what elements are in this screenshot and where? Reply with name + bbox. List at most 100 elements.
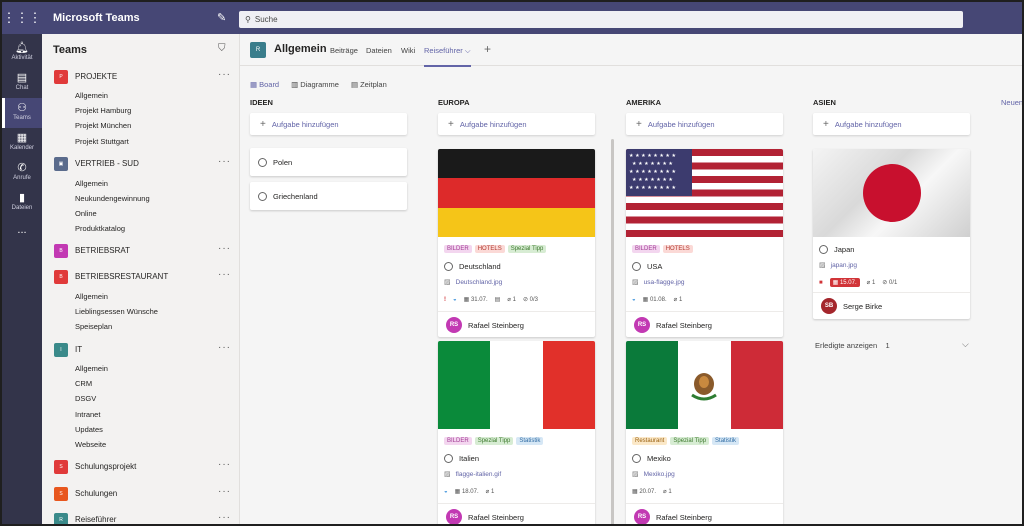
team-reisefuehrer[interactable]: R Reiseführer ··· (42, 511, 240, 524)
tab-reisefuehrer[interactable]: Reiseführer ⌵ (424, 46, 471, 67)
complete-checkbox[interactable] (258, 191, 267, 201)
add-task-button[interactable]: + Aufgabe hinzufügen (813, 113, 970, 135)
completed-count: 1 (885, 341, 890, 350)
more-options-icon[interactable]: ··· (218, 486, 231, 497)
more-options-icon[interactable]: ··· (218, 269, 231, 280)
chevron-down-icon[interactable]: ⌵ (962, 339, 969, 350)
channel-item[interactable]: Allgemein (75, 91, 108, 100)
filter-icon[interactable]: ⛉ (218, 43, 226, 54)
tab-wiki[interactable]: Wiki (401, 46, 415, 55)
tab-dateien[interactable]: Dateien (366, 46, 392, 55)
rail-calls[interactable]: ✆ Anrufe (2, 158, 42, 188)
attachment-link[interactable]: ▨ Mexiko.jpg (632, 470, 675, 479)
bucket-title[interactable]: AMERIKA (626, 98, 661, 107)
more-options-icon[interactable]: ··· (218, 342, 231, 353)
show-completed-toggle[interactable]: Erledigte anzeigen 1 (815, 341, 890, 350)
assignee[interactable]: RS Rafael Steinberg (626, 311, 783, 337)
rail-label: Anrufe (13, 175, 31, 181)
rail-files[interactable]: ▮ Dateien (2, 188, 42, 218)
tab-beitraege[interactable]: Beiträge (330, 46, 358, 55)
task-card-italien[interactable]: BILDER Spezial Tipp Statistik Italien ▨ f… (438, 341, 595, 524)
assignee[interactable]: SB Serge Birke (813, 292, 970, 318)
complete-checkbox[interactable] (632, 454, 641, 463)
team-projekte[interactable]: P PROJEKTE ··· (42, 68, 240, 86)
task-card-usa[interactable]: ★ ★ ★ ★ ★ ★ ★ ★ ★ ★ ★ ★ ★ ★ ★ ★ ★ ★ ★ ★ … (626, 149, 783, 337)
complete-checkbox[interactable] (444, 454, 453, 463)
team-schulungen[interactable]: S Schulungen ··· (42, 485, 240, 503)
channel-item[interactable]: Allgemein (75, 364, 108, 373)
rail-teams[interactable]: ⚇ Teams (2, 98, 42, 128)
bucket-title[interactable]: IDEEN (250, 98, 273, 107)
attachment-link[interactable]: ▨ japan.jpg (819, 261, 857, 270)
channel-item[interactable]: Intranet (75, 410, 100, 419)
count-text: 1 (871, 280, 876, 286)
attachment-link[interactable]: ▨ Deutschland.jpg (444, 278, 502, 287)
rail-calendar[interactable]: ▦ Kalender (2, 128, 42, 158)
attachment-link[interactable]: ▨ usa-flagge.jpg (632, 278, 684, 287)
view-board[interactable]: ▦ Board (250, 78, 279, 90)
channel-item[interactable]: Neukundengewinnung (75, 194, 150, 203)
compose-icon[interactable]: ✎ (217, 11, 226, 24)
teams-sidebar: Teams ⛉ P PROJEKTE ··· Allgemein Projekt… (42, 34, 240, 524)
channel-item[interactable]: Allgemein (75, 292, 108, 301)
rail-more[interactable]: ... (2, 220, 42, 250)
view-charts[interactable]: ▥ Diagramme (291, 78, 339, 90)
bucket-title[interactable]: ASIEN (813, 98, 836, 107)
assignee[interactable]: RS Rafael Steinberg (438, 311, 595, 337)
task-card[interactable]: Griechenland (250, 182, 407, 210)
add-task-button[interactable]: + Aufgabe hinzufügen (250, 113, 407, 135)
channel-item[interactable]: Speiseplan (75, 322, 112, 331)
date-text: 01.08. (649, 297, 667, 303)
more-options-icon[interactable]: ··· (218, 512, 231, 523)
assignee[interactable]: RS Rafael Steinberg (626, 503, 783, 524)
task-card-mexiko[interactable]: Restaurant Spezial Tipp Statistik Mexiko… (626, 341, 783, 524)
view-schedule[interactable]: ▤ Zeitplan (351, 78, 387, 90)
add-bucket-link[interactable]: Neuen (1001, 98, 1022, 107)
label-tag: BILDER (444, 437, 472, 445)
task-title: Mexiko (647, 454, 671, 463)
add-tab-button[interactable]: + (484, 42, 491, 56)
rail-activity[interactable]: 🔔︎ Aktivität (2, 38, 42, 68)
channel-item[interactable]: Projekt Hamburg (75, 106, 131, 115)
add-task-button[interactable]: + Aufgabe hinzufügen (438, 113, 595, 135)
team-betriebsrat[interactable]: B BETRIEBSRAT ··· (42, 242, 240, 260)
channel-item[interactable]: Online (75, 209, 97, 218)
channel-item[interactable]: Allgemein (75, 179, 108, 188)
app-launcher-icon[interactable]: ⋮⋮⋮ (2, 2, 42, 34)
complete-checkbox[interactable] (444, 262, 453, 271)
channel-item[interactable]: Projekt München (75, 121, 131, 130)
complete-checkbox[interactable] (819, 245, 828, 254)
team-betriebsrestaurant[interactable]: B BETRIEBSRESTAURANT ··· (42, 268, 240, 286)
task-card-japan[interactable]: Japan ▨ japan.jpg ■ ▦ 15.07. ⌀ 1 ⊘ 0/1 SB… (813, 149, 970, 319)
more-options-icon[interactable]: ··· (218, 243, 231, 254)
team-vertrieb[interactable]: ▣ VERTRIEB - SUD ··· (42, 155, 240, 173)
team-schulungsprojekt[interactable]: S Schulungsprojekt ··· (42, 458, 240, 476)
task-title-row: Japan (819, 245, 854, 254)
task-card-deutschland[interactable]: BILDER HOTELS Spezial Tipp Deutschland ▨… (438, 149, 595, 337)
calendar-icon: ▦ (832, 280, 840, 286)
bucket-title[interactable]: EUROPA (438, 98, 470, 107)
task-card[interactable]: Polen (250, 148, 407, 176)
more-options-icon[interactable]: ··· (218, 459, 231, 470)
search-input[interactable]: ⚲ Suche (239, 11, 963, 28)
channel-item[interactable]: Projekt Stuttgart (75, 137, 129, 146)
channel-name: Allgemein (274, 43, 327, 55)
rail-chat[interactable]: ▤ Chat (2, 68, 42, 98)
team-it[interactable]: I IT ··· (42, 341, 240, 359)
channel-item[interactable]: DSGV (75, 394, 96, 403)
more-options-icon[interactable]: ··· (218, 156, 231, 167)
add-task-button[interactable]: + Aufgabe hinzufügen (626, 113, 783, 135)
channel-item[interactable]: Lieblingsessen Wünsche (75, 307, 158, 316)
channel-item[interactable]: CRM (75, 379, 92, 388)
complete-checkbox[interactable] (258, 157, 267, 167)
channel-item[interactable]: Produktkatalog (75, 224, 125, 233)
complete-checkbox[interactable] (632, 262, 641, 271)
calendar-icon: ▦ (16, 132, 28, 144)
attachment-link[interactable]: ▨ flagge-italien.gif (444, 470, 501, 479)
column-scrollbar[interactable] (611, 139, 614, 524)
label-tag: Spezial Tipp (670, 437, 710, 445)
assignee[interactable]: RS Rafael Steinberg (438, 503, 595, 524)
more-options-icon[interactable]: ··· (218, 69, 231, 80)
channel-item[interactable]: Webseite (75, 440, 106, 449)
channel-item[interactable]: Updates (75, 425, 103, 434)
